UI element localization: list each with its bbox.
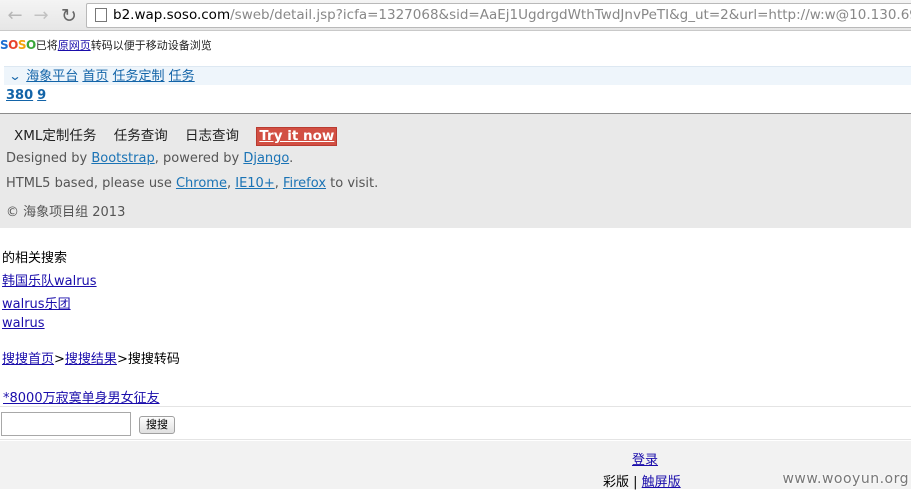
chevron-down-icon: ⌄ (8, 69, 22, 83)
related-search-link[interactable]: walrus乐团 (2, 293, 71, 312)
designed-by-line: Designed by Bootstrap, powered by Django… (6, 151, 294, 166)
watermark: www.wooyun.org (782, 471, 909, 487)
browser-support-line: HTML5 based, please use Chrome, IE10+, F… (6, 176, 379, 191)
related-search-link[interactable]: walrus (2, 316, 45, 331)
chrome-link[interactable]: Chrome (176, 176, 227, 191)
related-search-title: 的相关搜索 (2, 251, 68, 266)
ie-link[interactable]: IE10+ (235, 176, 274, 191)
forward-arrow-icon[interactable]: → (30, 5, 52, 27)
breadcrumb-results-link[interactable]: 搜搜结果 (65, 352, 117, 367)
soso-logo[interactable]: SOSO (0, 38, 36, 52)
menu-xml-task[interactable]: XML定制任务 (14, 128, 96, 144)
soso-transcode-bar: SOSO已将原网页转码以便于移动设备浏览 (0, 36, 212, 54)
breadcrumb-home-link[interactable]: 搜搜首页 (2, 352, 54, 367)
back-arrow-icon[interactable]: ← (4, 5, 26, 27)
page-icon (95, 8, 107, 22)
copyright-line: © 海象项目组 2013 (6, 205, 126, 220)
count-link-9[interactable]: 9 (37, 88, 46, 103)
nav-task-link[interactable]: 任务 (169, 69, 195, 84)
nav-home-link[interactable]: 首页 (82, 69, 108, 84)
edition-switch: 彩版 | 触屏版 (603, 475, 681, 490)
django-link[interactable]: Django (243, 151, 289, 166)
related-search-link[interactable]: 韩国乐队walrus (2, 270, 97, 289)
search-button[interactable]: 搜搜 (139, 416, 175, 434)
transcode-suffix: 转码以便于移动设备浏览 (90, 39, 212, 52)
transcode-prefix: 已将 (35, 39, 58, 52)
breadcrumb-current: 搜搜转码 (127, 352, 180, 367)
url-path: /sweb/detail.jsp?icfa=1327068&sid=AaEj1U… (230, 7, 911, 23)
reload-icon[interactable]: ↻ (58, 5, 80, 27)
bottom-bar: 登录 彩版 | 触屏版 www.wooyun.org (0, 441, 911, 490)
touch-edition-link[interactable]: 触屏版 (642, 475, 681, 490)
nav-brand-link[interactable]: 海象平台 (26, 69, 78, 84)
browser-toolbar: ← → ↻ b2.wap.soso.com/sweb/detail.jsp?ic… (0, 0, 911, 31)
count-links: 380 9 (6, 88, 50, 103)
bootstrap-link[interactable]: Bootstrap (91, 151, 154, 166)
search-input[interactable] (1, 412, 131, 436)
footer-panel: XML定制任务 任务查询 日志查询 Try it now Designed by… (0, 113, 911, 228)
breadcrumb: 搜搜首页>搜搜结果>搜搜转码 (2, 352, 180, 367)
inner-nav-bar: ⌄ 海象平台 首页 任务定制 任务 (4, 66, 911, 85)
url-host: b2.wap.soso.com (113, 7, 231, 23)
search-row: 搜搜 (0, 406, 911, 440)
menu-log-query[interactable]: 日志查询 (185, 128, 239, 144)
firefox-link[interactable]: Firefox (283, 176, 326, 191)
try-it-now-button[interactable]: Try it now (256, 127, 338, 146)
color-edition-label: 彩版 (603, 475, 630, 490)
original-page-link[interactable]: 原网页 (58, 39, 91, 52)
count-link-380[interactable]: 380 (6, 88, 33, 103)
login-link[interactable]: 登录 (632, 449, 658, 468)
menu-task-query[interactable]: 任务查询 (114, 128, 168, 144)
address-bar[interactable]: b2.wap.soso.com/sweb/detail.jsp?icfa=132… (86, 3, 911, 28)
task-menu: XML定制任务 任务查询 日志查询 Try it now (14, 124, 338, 146)
nav-task-custom-link[interactable]: 任务定制 (113, 69, 165, 84)
ad-link[interactable]: *8000万寂寞单身男女征友 (3, 387, 160, 406)
